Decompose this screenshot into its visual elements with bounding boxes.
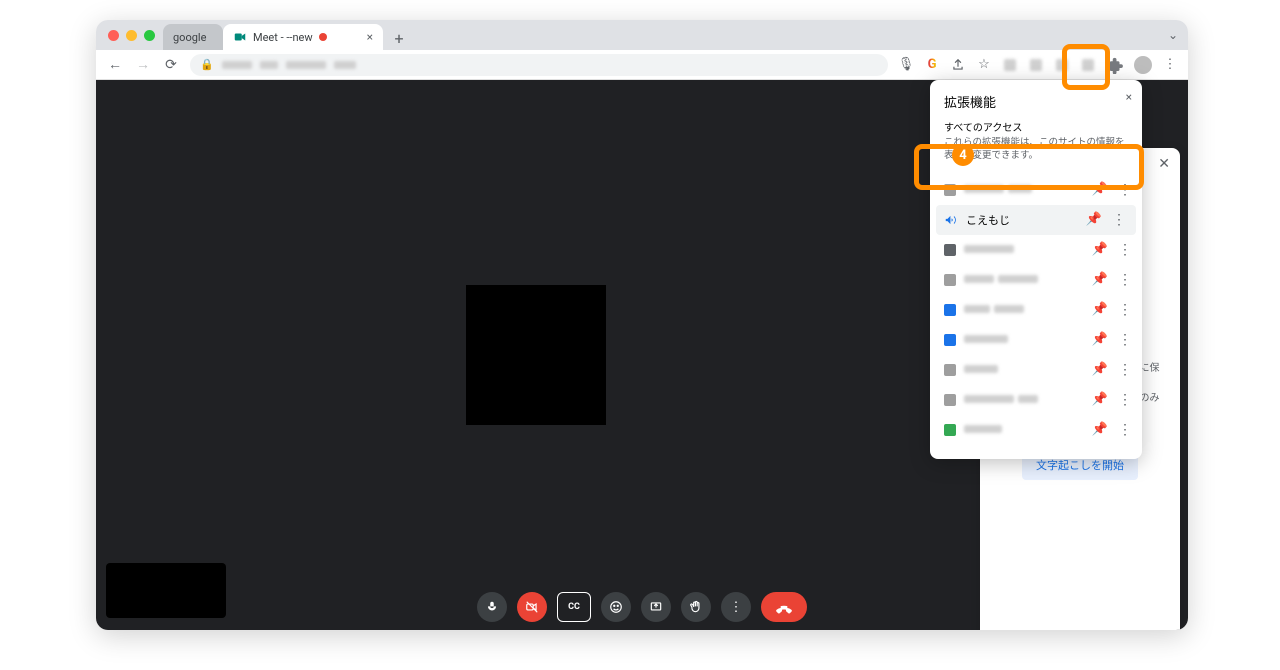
bookmark-star-icon[interactable]: ☆ [976, 57, 992, 73]
pin-icon[interactable]: 📌 [1092, 242, 1108, 257]
extension-row[interactable]: 📌 ⋮ [930, 325, 1142, 355]
extension-icon [944, 364, 956, 376]
extensions-section-title: すべてのアクセス [930, 117, 1142, 136]
panel-close-icon[interactable]: ✕ [1158, 156, 1170, 172]
row-menu-icon[interactable]: ⋮ [1116, 182, 1134, 198]
present-screen-button[interactable] [641, 592, 671, 622]
ext-slot-1-icon[interactable] [1002, 57, 1018, 73]
lock-icon: 🔒 [200, 58, 214, 71]
raise-hand-button[interactable] [681, 592, 711, 622]
extension-row[interactable]: 📌 ⋮ [930, 235, 1142, 265]
forward-button[interactable]: → [134, 56, 152, 74]
ext-slot-3-icon[interactable] [1054, 57, 1070, 73]
pin-icon[interactable]: 📌 [1086, 212, 1102, 227]
new-tab-button[interactable]: + [387, 26, 411, 50]
profile-avatar[interactable] [1134, 56, 1152, 74]
window-max-dot[interactable] [144, 30, 155, 41]
row-menu-icon[interactable]: ⋮ [1116, 242, 1134, 258]
extension-row[interactable]: 📌 ⋮ [930, 175, 1142, 205]
extensions-popup-title: 拡張機能 [930, 92, 1142, 117]
pin-icon[interactable]: 📌 [1092, 422, 1108, 437]
annotation-step-badge-4: 4 [952, 144, 974, 166]
row-menu-icon[interactable]: ⋮ [1116, 302, 1134, 318]
tab-google[interactable]: google [163, 24, 223, 50]
extension-icon [944, 274, 956, 286]
extensions-popup: 拡張機能 × すべてのアクセス これらの拡張機能は、このサイトの情報を表示、変更… [930, 80, 1142, 459]
tab-close-icon[interactable]: × [367, 30, 373, 44]
extension-row[interactable]: 📌 ⋮ [930, 265, 1142, 295]
ext-slot-2-icon[interactable] [1028, 57, 1044, 73]
extension-row[interactable]: 📌 ⋮ [930, 355, 1142, 385]
extension-row-koemoji[interactable]: こえもじ 📌 ⋮ [936, 205, 1136, 235]
google-icon[interactable]: G [924, 57, 940, 73]
captions-button[interactable]: CC [557, 592, 591, 622]
row-menu-icon[interactable]: ⋮ [1116, 332, 1134, 348]
kebab-menu-icon[interactable]: ⋮ [1162, 57, 1178, 73]
back-button[interactable]: ← [106, 56, 124, 74]
tab-meet[interactable]: Meet - --new × [223, 24, 383, 50]
extension-icon [944, 424, 956, 436]
extension-row[interactable]: 📌 ⋮ [930, 415, 1142, 445]
leave-call-button[interactable] [761, 592, 807, 622]
row-menu-icon[interactable]: ⋮ [1116, 362, 1134, 378]
extension-icon [944, 184, 956, 196]
camera-toggle-button[interactable] [517, 592, 547, 622]
pin-icon[interactable]: 📌 [1092, 272, 1108, 287]
toolbar-actions: 🎙 G ☆ ⋮ [898, 56, 1178, 74]
extension-name: こえもじ [966, 212, 1010, 228]
tab-label: Meet - --new [253, 31, 313, 44]
row-menu-icon[interactable]: ⋮ [1116, 422, 1134, 438]
extension-icon [944, 304, 956, 316]
extensions-popup-close-icon[interactable]: × [1126, 90, 1132, 104]
extension-row[interactable]: 📌 ⋮ [930, 295, 1142, 325]
extension-icon [944, 394, 956, 406]
share-icon[interactable] [950, 57, 966, 73]
pin-icon[interactable]: 📌 [1092, 302, 1108, 317]
extensions-puzzle-icon[interactable] [1106, 56, 1124, 74]
browser-toolbar: ← → ⟳ 🔒 🎙 G ☆ [96, 50, 1188, 80]
window-min-dot[interactable] [126, 30, 137, 41]
pin-icon[interactable]: 📌 [1092, 392, 1108, 407]
window-traffic-lights[interactable] [106, 20, 163, 50]
tabs-menu-chevron-icon[interactable]: ⌄ [1168, 28, 1178, 42]
pin-icon[interactable]: 📌 [1092, 362, 1108, 377]
recording-indicator-icon [319, 33, 327, 41]
row-menu-icon[interactable]: ⋮ [1116, 392, 1134, 408]
extension-row[interactable]: 📌 ⋮ [930, 385, 1142, 415]
window-close-dot[interactable] [108, 30, 119, 41]
pin-icon[interactable]: 📌 [1092, 332, 1108, 347]
koemoji-icon [944, 213, 958, 227]
row-menu-icon[interactable]: ⋮ [1116, 272, 1134, 288]
meet-favicon [233, 30, 247, 44]
more-options-button[interactable]: ⋮ [721, 592, 751, 622]
main-video-tile[interactable] [466, 285, 606, 425]
tab-label: google [173, 31, 206, 44]
reload-button[interactable]: ⟳ [162, 56, 180, 74]
tab-strip: google Meet - --new × + ⌄ [96, 20, 1188, 50]
extension-icon [944, 334, 956, 346]
ext-slot-4-icon[interactable] [1080, 57, 1096, 73]
mic-icon[interactable]: 🎙 [898, 57, 914, 73]
address-bar[interactable]: 🔒 [190, 54, 888, 76]
extension-icon [944, 244, 956, 256]
pin-icon[interactable]: 📌 [1092, 182, 1108, 197]
row-menu-icon[interactable]: ⋮ [1110, 212, 1128, 228]
browser-window: google Meet - --new × + ⌄ ← → ⟳ 🔒 [96, 20, 1188, 630]
reactions-button[interactable] [601, 592, 631, 622]
mic-toggle-button[interactable] [477, 592, 507, 622]
